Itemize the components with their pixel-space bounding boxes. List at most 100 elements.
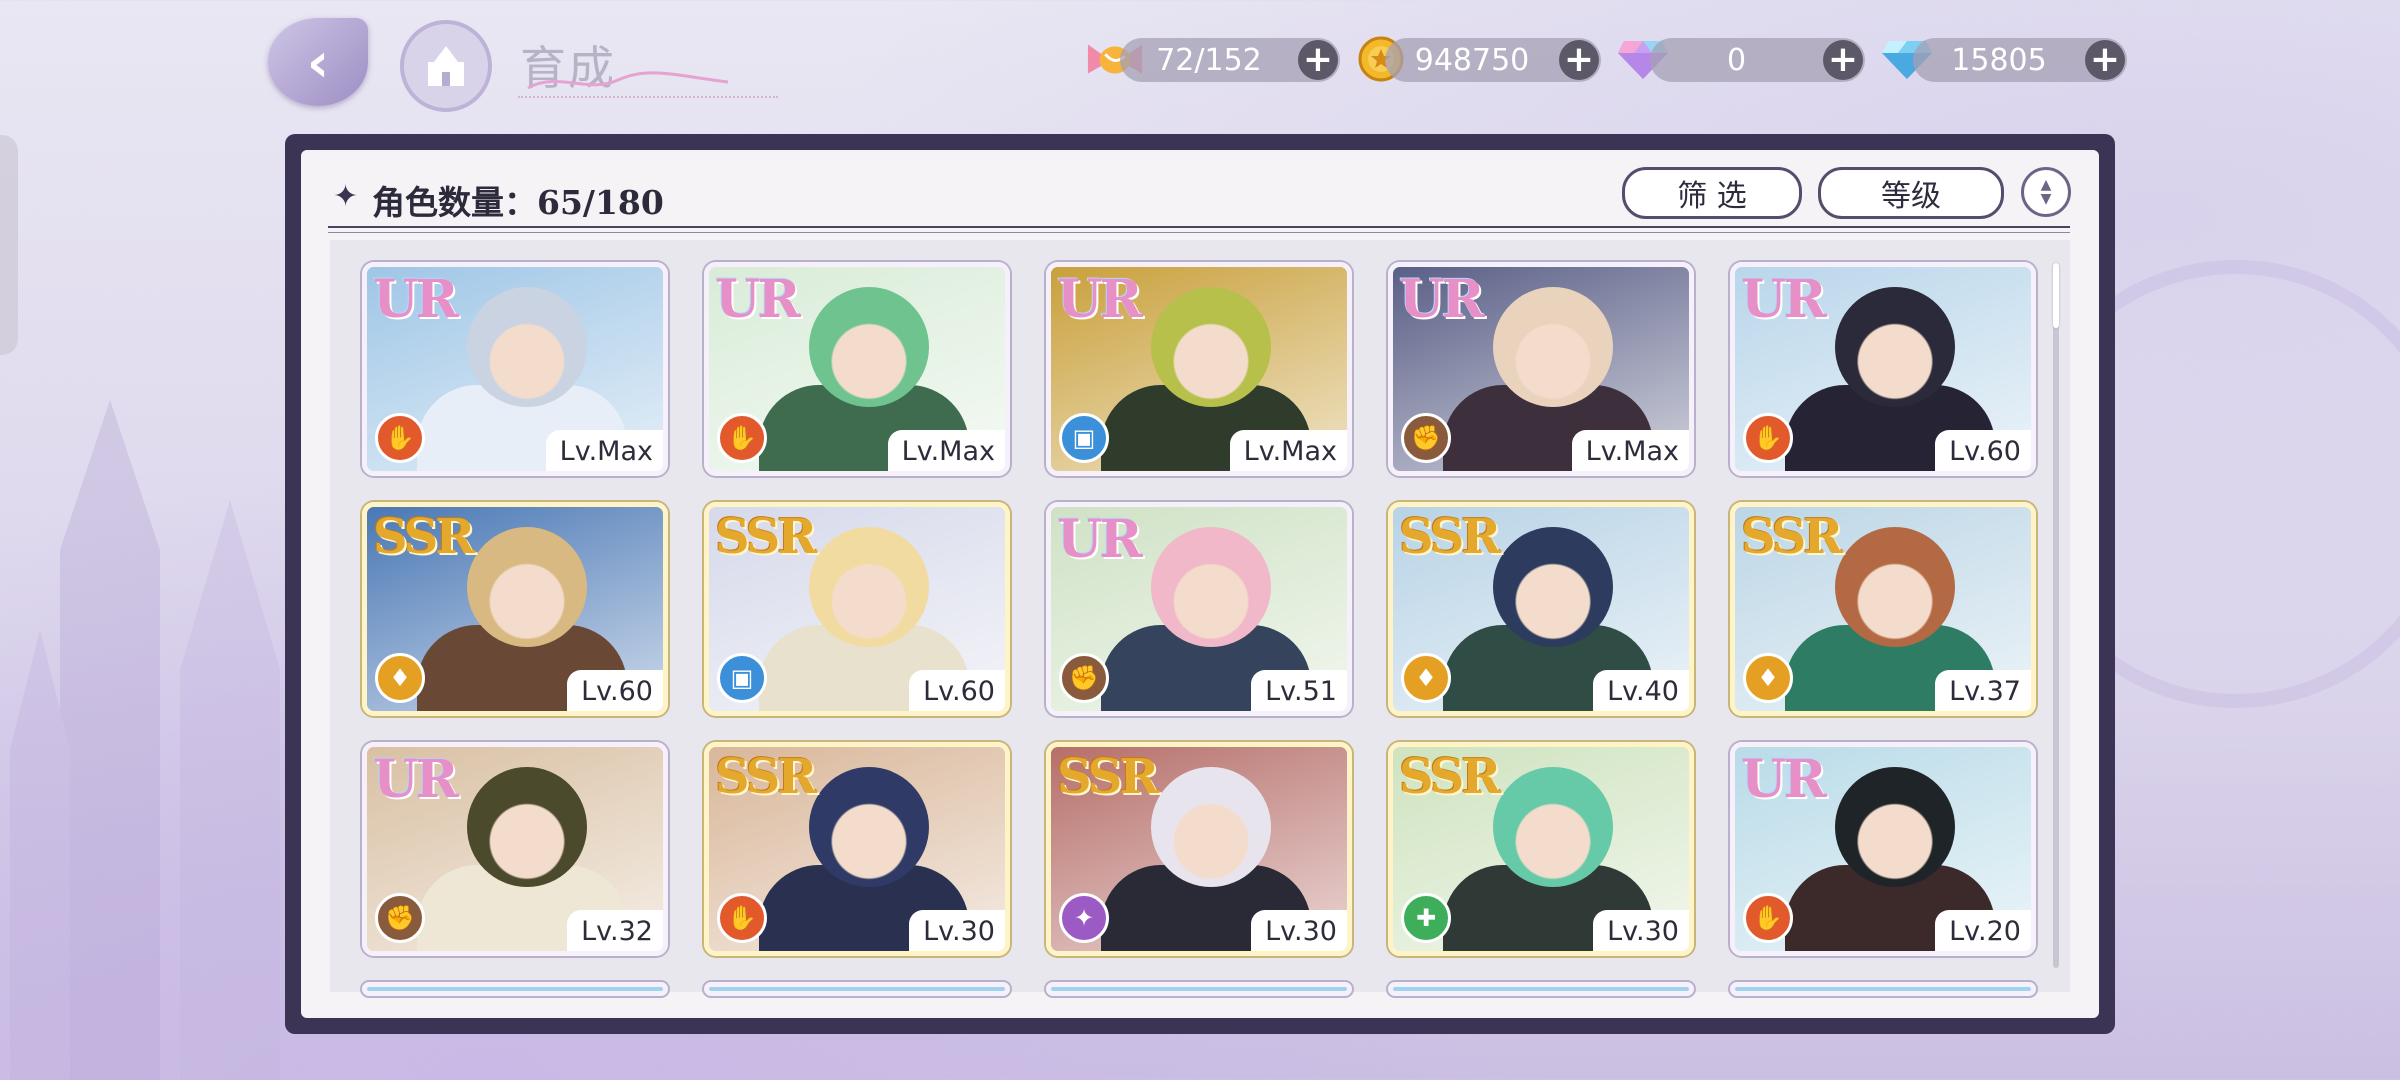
- role-icon: ✋: [1743, 413, 1793, 463]
- rarity-badge: SSR: [1399, 749, 1501, 805]
- gold-value: 948750: [1414, 42, 1530, 78]
- character-head: [1493, 767, 1613, 887]
- rarity-badge: SSR: [373, 509, 475, 565]
- rarity-badge: UR: [1057, 269, 1143, 330]
- level-label: Lv.60: [567, 670, 663, 711]
- role-icon: ▣: [717, 653, 767, 703]
- level-label: Lv.Max: [1229, 430, 1347, 471]
- character-head: [1493, 287, 1613, 407]
- level-label: Lv.51: [1251, 670, 1347, 711]
- level-label: Lv.20: [1935, 910, 2031, 951]
- rarity-badge: UR: [1399, 269, 1485, 330]
- level-label: Lv.32: [567, 910, 663, 951]
- character-card-partial[interactable]: [362, 982, 668, 996]
- character-card[interactable]: UR ✊ Lv.32: [362, 742, 668, 956]
- rarity-badge: UR: [1741, 749, 1827, 810]
- gold-counter: 948750 +: [1385, 38, 1601, 82]
- rainbow-gem-counter: 0 +: [1650, 38, 1865, 82]
- home-button[interactable]: [400, 20, 492, 112]
- add-gold-button[interactable]: +: [1559, 40, 1599, 80]
- character-head: [809, 767, 929, 887]
- rarity-badge: UR: [1057, 509, 1143, 570]
- add-rainbow-gem-button[interactable]: +: [1823, 40, 1863, 80]
- character-card[interactable]: SSR ♦ Lv.60: [362, 502, 668, 716]
- role-icon: ♦: [375, 653, 425, 703]
- level-label: Lv.40: [1593, 670, 1689, 711]
- character-card[interactable]: UR ✋ Lv.Max: [362, 262, 668, 476]
- character-card-partial[interactable]: [704, 982, 1010, 996]
- character-card[interactable]: SSR ✦ Lv.30: [1046, 742, 1352, 956]
- role-icon: ♦: [1401, 653, 1451, 703]
- level-label: Lv.37: [1935, 670, 2031, 711]
- rainbow-gem-value: 0: [1726, 42, 1747, 78]
- rarity-badge: UR: [715, 269, 801, 330]
- sort-order-button[interactable]: ▲ ▼: [2021, 167, 2071, 217]
- rarity-badge: SSR: [1057, 749, 1159, 805]
- diamond-counter: 15805 +: [1913, 38, 2127, 82]
- level-label: Lv.30: [909, 910, 1005, 951]
- level-label: Lv.60: [1935, 430, 2031, 471]
- sparkle-icon: ✦: [333, 179, 359, 214]
- character-card[interactable]: UR ✊ Lv.Max: [1388, 262, 1694, 476]
- character-card-partial[interactable]: [1388, 982, 1694, 996]
- add-candy-button[interactable]: +: [1298, 40, 1338, 80]
- character-card[interactable]: SSR ♦ Lv.40: [1388, 502, 1694, 716]
- title-decoration: [518, 66, 778, 98]
- header-divider: [328, 226, 2070, 233]
- character-card-partial[interactable]: [1046, 982, 1352, 996]
- castle-icon: [428, 46, 464, 86]
- character-head: [1493, 527, 1613, 647]
- character-card[interactable]: UR ✋ Lv.Max: [704, 262, 1010, 476]
- diamond-value: 15805: [1951, 42, 2047, 78]
- character-count: 角色数量：65/180: [372, 183, 664, 222]
- rarity-badge: UR: [373, 269, 459, 330]
- character-card[interactable]: SSR ✚ Lv.30: [1388, 742, 1694, 956]
- character-head: [1835, 527, 1955, 647]
- side-drawer-handle[interactable]: [0, 135, 18, 355]
- character-card-partial[interactable]: [1730, 982, 2036, 996]
- add-diamond-button[interactable]: +: [2085, 40, 2125, 80]
- character-head: [467, 767, 587, 887]
- role-icon: ✦: [1059, 893, 1109, 943]
- role-icon: ✊: [1059, 653, 1109, 703]
- filter-button[interactable]: 筛 选: [1622, 167, 1802, 219]
- role-icon: ▣: [1059, 413, 1109, 463]
- rarity-badge: SSR: [715, 509, 817, 565]
- level-label: Lv.Max: [545, 430, 663, 471]
- character-card[interactable]: UR ✋ Lv.20: [1730, 742, 2036, 956]
- role-icon: ✋: [375, 413, 425, 463]
- candy-value: 72/152: [1156, 42, 1262, 78]
- rarity-badge: UR: [1741, 269, 1827, 330]
- level-label: Lv.Max: [887, 430, 1005, 471]
- rarity-badge: SSR: [1399, 509, 1501, 565]
- character-head: [1835, 767, 1955, 887]
- character-card[interactable]: SSR ✋ Lv.30: [704, 742, 1010, 956]
- role-icon: ✊: [1401, 413, 1451, 463]
- chevron-left-icon: ‹: [306, 30, 330, 94]
- role-icon: ✊: [375, 893, 425, 943]
- character-card[interactable]: UR ▣ Lv.Max: [1046, 262, 1352, 476]
- character-head: [467, 527, 587, 647]
- caret-up-icon: ▲: [2040, 177, 2052, 193]
- role-icon: ✚: [1401, 893, 1451, 943]
- character-card[interactable]: UR ✊ Lv.51: [1046, 502, 1352, 716]
- back-button[interactable]: ‹: [268, 18, 368, 106]
- scrollbar-track[interactable]: [2053, 263, 2059, 968]
- character-head: [1835, 287, 1955, 407]
- level-label: Lv.30: [1593, 910, 1689, 951]
- character-head: [809, 527, 929, 647]
- role-icon: ✋: [717, 893, 767, 943]
- level-label: Lv.Max: [1571, 430, 1689, 471]
- character-card[interactable]: UR ✋ Lv.60: [1730, 262, 2036, 476]
- scrollbar-thumb[interactable]: [2053, 263, 2059, 328]
- caret-down-icon: ▼: [2040, 191, 2052, 207]
- character-head: [1151, 527, 1271, 647]
- rarity-badge: UR: [373, 749, 459, 810]
- rarity-badge: SSR: [715, 749, 817, 805]
- character-card[interactable]: SSR ♦ Lv.37: [1730, 502, 2036, 716]
- rarity-badge: SSR: [1741, 509, 1843, 565]
- role-icon: ✋: [1743, 893, 1793, 943]
- sort-level-button[interactable]: 等级: [1818, 167, 2004, 219]
- candy-counter: 72/152 +: [1120, 38, 1340, 82]
- character-card[interactable]: SSR ▣ Lv.60: [704, 502, 1010, 716]
